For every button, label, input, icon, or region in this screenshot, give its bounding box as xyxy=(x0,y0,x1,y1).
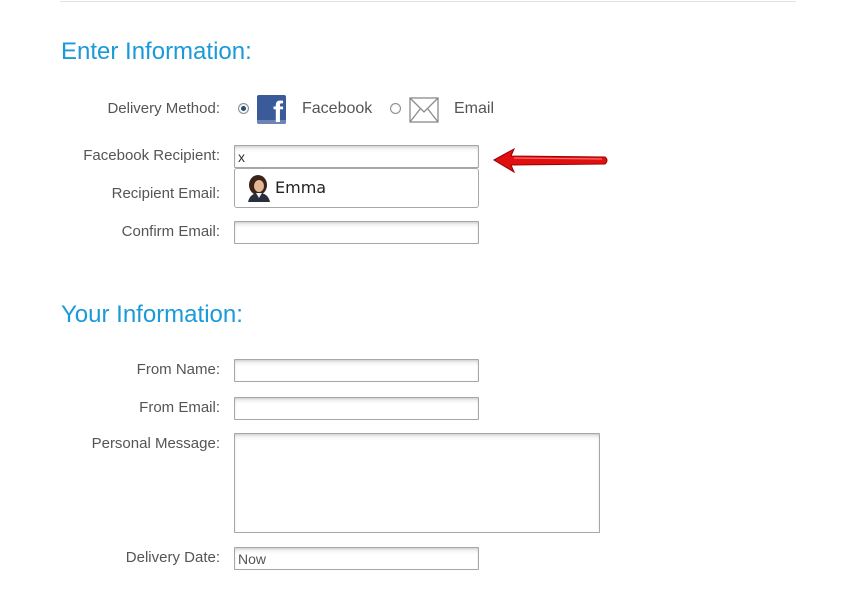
from-email-label: From Email: xyxy=(139,399,220,416)
confirm-email-label: Confirm Email: xyxy=(121,223,220,240)
enter-information-heading: Enter Information: xyxy=(61,38,252,65)
user-avatar-icon xyxy=(248,175,270,202)
personal-message-label: Personal Message: xyxy=(91,435,220,452)
facebook-recipient-input[interactable] xyxy=(234,145,479,168)
email-option-label[interactable]: Email xyxy=(454,100,494,118)
email-radio[interactable] xyxy=(390,103,401,114)
your-information-heading: Your Information: xyxy=(61,301,243,328)
from-email-input[interactable] xyxy=(234,397,479,420)
confirm-email-input[interactable] xyxy=(234,221,479,244)
annotation-arrow-icon xyxy=(492,147,608,174)
delivery-method-label: Delivery Method: xyxy=(107,100,220,117)
personal-message-textarea[interactable] xyxy=(234,433,600,533)
delivery-date-input[interactable] xyxy=(234,547,479,570)
from-name-label: From Name: xyxy=(136,361,220,378)
recipient-suggestion-dropdown[interactable]: Emma xyxy=(234,168,479,208)
suggestion-name: Emma xyxy=(275,178,327,197)
top-divider xyxy=(60,1,796,2)
facebook-option-label[interactable]: Facebook xyxy=(302,100,372,118)
facebook-icon[interactable]: f xyxy=(257,95,286,124)
from-name-input[interactable] xyxy=(234,359,479,382)
facebook-recipient-label: Facebook Recipient: xyxy=(83,147,220,164)
recipient-email-label: Recipient Email: xyxy=(111,185,220,202)
delivery-date-label: Delivery Date: xyxy=(125,549,220,566)
facebook-radio[interactable] xyxy=(238,103,249,114)
envelope-icon[interactable] xyxy=(409,96,439,124)
